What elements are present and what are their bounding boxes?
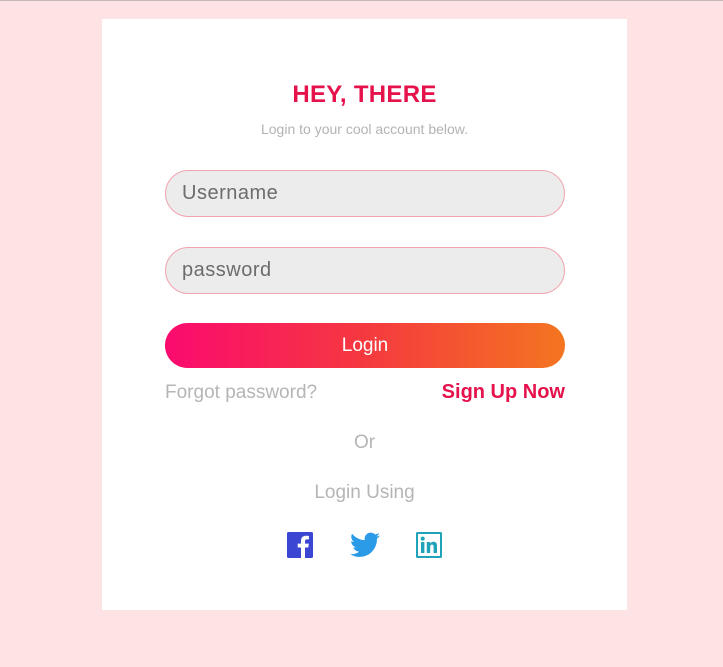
linkedin-icon[interactable] xyxy=(416,532,442,558)
password-input[interactable] xyxy=(165,247,565,294)
login-button[interactable]: Login xyxy=(165,323,565,368)
page-subtitle: Login to your cool account below. xyxy=(260,121,469,137)
facebook-icon[interactable] xyxy=(287,532,313,558)
login-using-text: Login Using xyxy=(314,482,415,503)
forgot-password-link[interactable]: Forgot password? xyxy=(165,382,317,404)
twitter-icon[interactable] xyxy=(350,532,381,558)
page-title: HEY, THERE xyxy=(292,81,437,108)
username-input[interactable] xyxy=(165,170,565,217)
sign-up-link[interactable]: Sign Up Now xyxy=(442,381,565,404)
or-divider-text: Or xyxy=(353,432,376,453)
login-card: HEY, THERE Login to your cool account be… xyxy=(102,19,627,610)
